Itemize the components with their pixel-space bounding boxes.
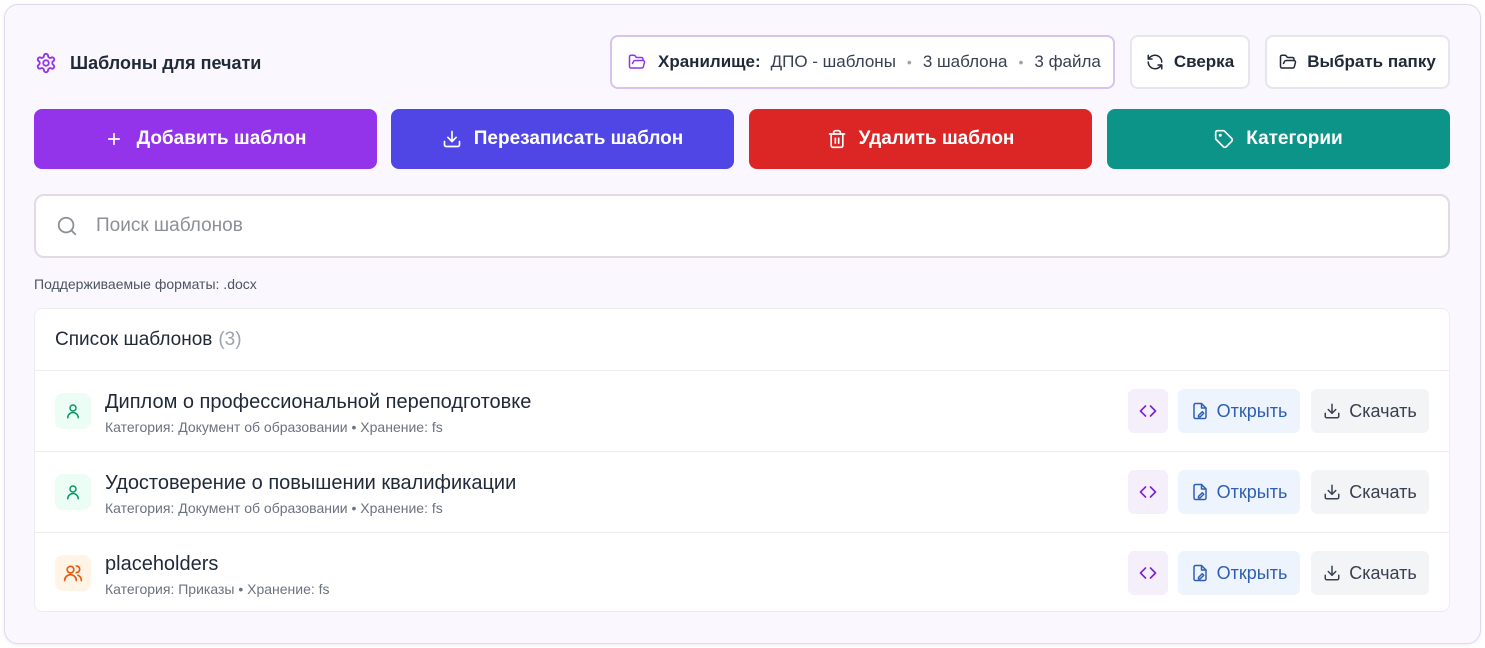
template-meta: Категория: Документ об образовании • Хра… (105, 500, 443, 516)
trash-icon (827, 129, 847, 149)
file-edit-icon (1192, 564, 1207, 582)
list-title: Список шаблонов (55, 328, 213, 350)
download-button-label: Скачать (1349, 481, 1417, 502)
search-input[interactable] (96, 215, 1396, 237)
template-meta: Категория: Документ об образовании • Хра… (105, 419, 443, 435)
overwrite-template-label: Перезаписать шаблон (473, 128, 684, 149)
download-button[interactable]: Скачать (1311, 470, 1429, 514)
open-button-label: Открыть (1216, 481, 1288, 502)
download-button[interactable]: Скачать (1311, 389, 1429, 433)
storage-name: ДПО - шаблоны (770, 52, 896, 71)
template-name: Удостоверение о повышении квалификации (105, 472, 517, 494)
list-item[interactable]: Диплом о профессиональной переподготовке… (35, 371, 1449, 452)
open-button[interactable]: Открыть (1178, 389, 1300, 433)
template-meta: Категория: Приказы • Хранение: fs (105, 581, 330, 597)
storage-templates-count: 3 шаблона (922, 52, 1008, 71)
open-button-label: Открыть (1216, 400, 1288, 421)
user-icon (55, 393, 91, 429)
delete-template-button[interactable]: Удалить шаблон (749, 109, 1092, 169)
download-icon (442, 129, 462, 149)
storage-info[interactable]: Хранилище: ДПО - шаблоны • 3 шаблона • 3… (610, 35, 1115, 89)
code-button[interactable] (1128, 470, 1168, 514)
add-template-button[interactable]: Добавить шаблон (34, 109, 377, 169)
gear-icon (34, 51, 58, 75)
file-edit-icon (1192, 402, 1207, 420)
code-icon (1139, 567, 1157, 579)
plus-icon (105, 129, 125, 149)
page-title: Шаблоны для печати (70, 52, 262, 73)
download-icon (1324, 565, 1340, 581)
code-button[interactable] (1128, 551, 1168, 595)
sync-button-label: Сверка (1173, 52, 1235, 71)
separator-dot: • (1018, 54, 1024, 70)
download-icon (1324, 403, 1340, 419)
code-icon (1139, 486, 1157, 498)
storage-label: Хранилище: (658, 52, 761, 71)
folder-open-icon (1279, 53, 1297, 71)
choose-folder-label: Выбрать папку (1307, 52, 1436, 71)
download-button-label: Скачать (1349, 562, 1417, 583)
tag-icon (1214, 129, 1234, 149)
open-button[interactable]: Открыть (1178, 551, 1300, 595)
list-item[interactable]: placeholders Категория: Приказы • Хранен… (35, 533, 1449, 611)
delete-template-label: Удалить шаблон (858, 128, 1015, 149)
list-header: Список шаблонов (3) (35, 309, 1449, 371)
open-button[interactable]: Открыть (1178, 470, 1300, 514)
overwrite-template-button[interactable]: Перезаписать шаблон (391, 109, 734, 169)
separator-dot: • (906, 54, 912, 70)
users-icon (55, 555, 91, 591)
folder-open-icon (628, 52, 648, 72)
template-name: placeholders (105, 553, 219, 575)
file-edit-icon (1192, 483, 1207, 501)
open-button-label: Открыть (1216, 562, 1288, 583)
add-template-label: Добавить шаблон (136, 128, 307, 149)
storage-files-count: 3 файла (1034, 52, 1101, 71)
user-icon (55, 474, 91, 510)
download-icon (1324, 484, 1340, 500)
page-header: Шаблоны для печати (34, 50, 261, 76)
categories-button[interactable]: Категории (1107, 109, 1450, 169)
code-icon (1139, 405, 1157, 417)
template-name: Диплом о профессиональной переподготовке (105, 391, 532, 413)
templates-list: Список шаблонов (3) Диплом о профессиона… (34, 308, 1450, 612)
download-button-label: Скачать (1349, 400, 1417, 421)
download-button[interactable]: Скачать (1311, 551, 1429, 595)
search-box[interactable] (34, 194, 1450, 258)
list-count: (3) (218, 328, 242, 350)
code-button[interactable] (1128, 389, 1168, 433)
choose-folder-button[interactable]: Выбрать папку (1265, 35, 1450, 89)
sync-button[interactable]: Сверка (1130, 35, 1250, 89)
supported-formats-note: Поддерживаемые форматы: .docx (34, 276, 257, 292)
categories-label: Категории (1246, 128, 1343, 149)
search-icon (56, 215, 78, 237)
refresh-icon (1146, 53, 1164, 71)
list-item[interactable]: Удостоверение о повышении квалификации К… (35, 452, 1449, 533)
